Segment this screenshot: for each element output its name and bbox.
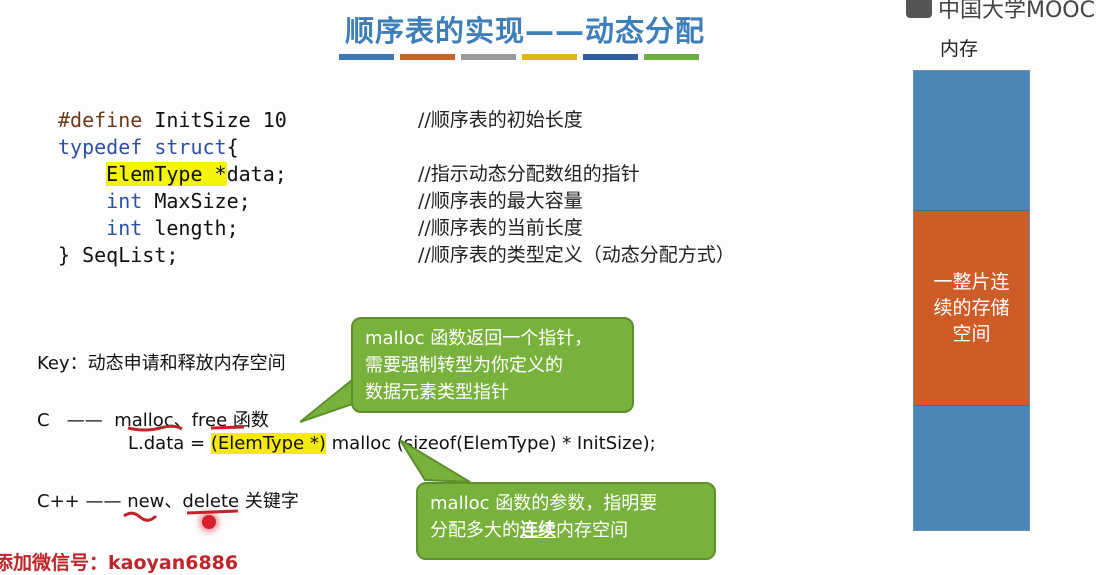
malloc-underline [127, 424, 183, 432]
laser-pointer-dot [202, 515, 216, 529]
callout-malloc-param: malloc 函数的参数，指明要 分配多大的连续内存空间 [416, 482, 716, 560]
callout-line: malloc 函数返回一个指针， [365, 328, 593, 349]
callout-text: 分配多大的 [430, 520, 520, 541]
contiguous-emphasis: 连续 [520, 520, 556, 541]
new-underline [123, 511, 158, 522]
pen-annotations [123, 424, 245, 522]
callout-text: 内存空间 [556, 520, 628, 541]
callout-malloc-return: malloc 函数返回一个指针， 需要强制转型为你定义的 数据元素类型指针 [351, 317, 634, 413]
callout-line: 需要强制转型为你定义的 [365, 355, 563, 376]
footer-watermark: 添加微信号：kaoyan6886 [0, 552, 239, 574]
callout-line: 分配多大的连续内存空间 [430, 517, 702, 544]
delete-underline [186, 509, 239, 515]
free-underline [210, 425, 245, 430]
callout-line: malloc 函数的参数，指明要 [430, 493, 658, 514]
callout-line: 数据元素类型指针 [365, 382, 509, 403]
